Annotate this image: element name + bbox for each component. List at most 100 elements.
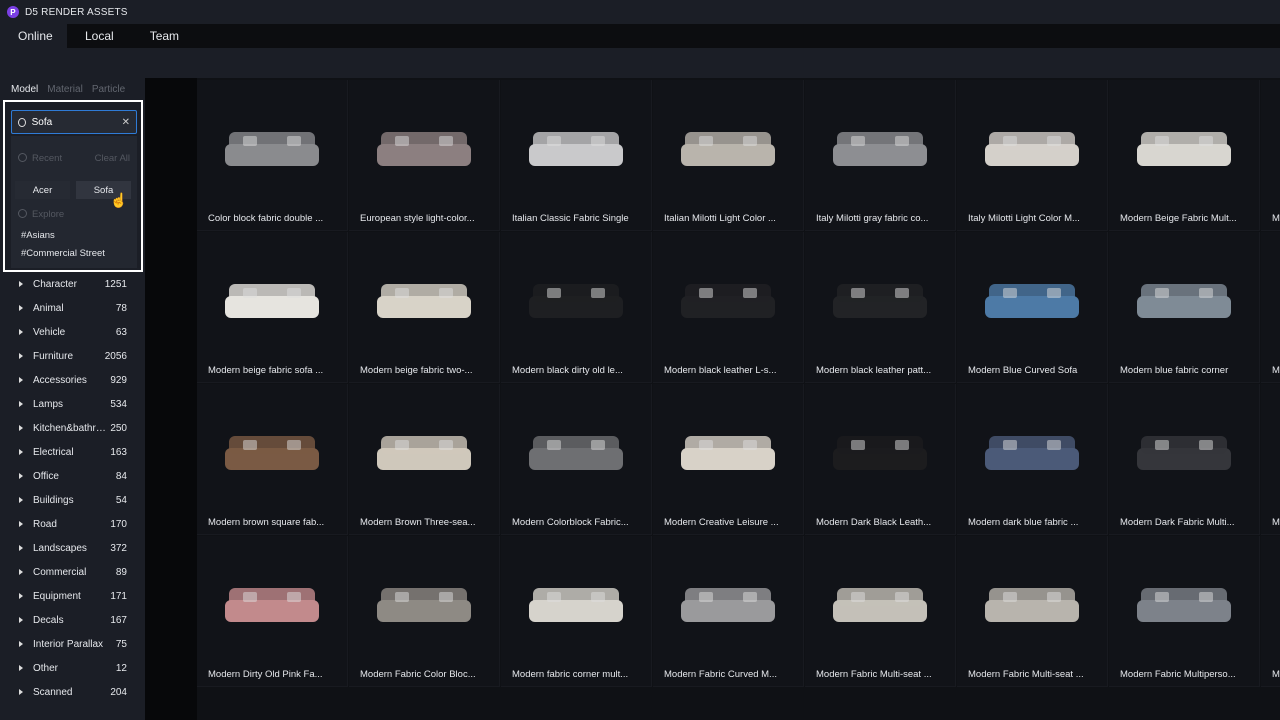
expand-arrow-icon[interactable] [19, 377, 23, 383]
category-item[interactable]: Furniture 2056 [0, 344, 145, 368]
asset-card[interactable]: Modern Beige Fabric Mult... [1109, 80, 1260, 231]
asset-card[interactable]: M [1261, 384, 1280, 535]
category-item[interactable]: Interior Parallax 75 [0, 632, 145, 656]
asset-card[interactable]: Modern fabric corner mult... [501, 536, 652, 687]
asset-card[interactable]: Italy Milotti Light Color M... [957, 80, 1108, 231]
expand-arrow-icon[interactable] [19, 593, 23, 599]
asset-card[interactable]: Italy Milotti gray fabric co... [805, 80, 956, 231]
category-item[interactable]: Vehicle 63 [0, 320, 145, 344]
category-item[interactable]: Decals 167 [0, 608, 145, 632]
expand-arrow-icon[interactable] [19, 449, 23, 455]
expand-arrow-icon[interactable] [19, 641, 23, 647]
recent-label: Recent [32, 153, 63, 164]
search-input[interactable] [31, 116, 122, 128]
explore-tag-commercial-street[interactable]: #Commercial Street [21, 248, 105, 259]
asset-thumbnail [985, 284, 1079, 318]
category-item[interactable]: Road 170 [0, 512, 145, 536]
asset-card[interactable]: Modern Fabric Color Bloc... [349, 536, 500, 687]
search-box[interactable]: ✕ [11, 110, 137, 134]
expand-arrow-icon[interactable] [19, 689, 23, 695]
clear-all-button[interactable]: Clear All [95, 153, 130, 164]
asset-card[interactable]: Modern beige fabric two-... [349, 232, 500, 383]
recent-chip-acer[interactable]: Acer [15, 181, 70, 199]
expand-arrow-icon[interactable] [19, 617, 23, 623]
asset-card[interactable]: Modern Dark Fabric Multi... [1109, 384, 1260, 535]
asset-card[interactable]: M [1261, 536, 1280, 687]
category-name: Commercial [33, 566, 87, 578]
history-icon [18, 153, 27, 162]
category-name: Landscapes [33, 542, 87, 554]
category-count: 171 [110, 590, 127, 602]
category-item[interactable]: Landscapes 372 [0, 536, 145, 560]
asset-thumbnail [225, 284, 319, 318]
category-item[interactable]: Character 1251 [0, 272, 145, 296]
expand-arrow-icon[interactable] [19, 329, 23, 335]
category-item[interactable]: Equipment 171 [0, 584, 145, 608]
tab-material[interactable]: Material [47, 84, 83, 95]
asset-card[interactable]: M [1261, 232, 1280, 383]
asset-card[interactable]: Modern blue fabric corner [1109, 232, 1260, 383]
asset-card[interactable]: Modern Dark Black Leath... [805, 384, 956, 535]
expand-arrow-icon[interactable] [19, 665, 23, 671]
asset-card[interactable]: Modern black dirty old le... [501, 232, 652, 383]
asset-card[interactable]: Modern black leather L-s... [653, 232, 804, 383]
asset-card[interactable]: Italian Classic Fabric Single [501, 80, 652, 231]
expand-arrow-icon[interactable] [19, 473, 23, 479]
asset-card[interactable]: Modern Creative Leisure ... [653, 384, 804, 535]
asset-card[interactable]: Modern Dirty Old Pink Fa... [197, 536, 348, 687]
category-name: Office [33, 470, 59, 482]
explore-label: Explore [32, 209, 65, 220]
clear-search-icon[interactable]: ✕ [122, 117, 130, 128]
asset-label: Modern Dirty Old Pink Fa... [208, 669, 323, 680]
category-name: Other [33, 662, 59, 674]
category-item[interactable]: Buildings 54 [0, 488, 145, 512]
asset-card[interactable]: Modern Fabric Multi-seat ... [805, 536, 956, 687]
asset-thumbnail [681, 436, 775, 470]
expand-arrow-icon[interactable] [19, 569, 23, 575]
expand-arrow-icon[interactable] [19, 353, 23, 359]
tab-particle[interactable]: Particle [92, 84, 125, 95]
asset-card[interactable]: Modern Colorblock Fabric... [501, 384, 652, 535]
asset-card[interactable]: Modern brown square fab... [197, 384, 348, 535]
asset-label: European style light-color... [360, 213, 475, 224]
category-item[interactable]: Other 12 [0, 656, 145, 680]
asset-card[interactable]: European style light-color... [349, 80, 500, 231]
asset-card[interactable]: Modern Fabric Multi-seat ... [957, 536, 1108, 687]
expand-arrow-icon[interactable] [19, 425, 23, 431]
expand-arrow-icon[interactable] [19, 305, 23, 311]
asset-card[interactable]: Italian Milotti Light Color ... [653, 80, 804, 231]
category-item[interactable]: Commercial 89 [0, 560, 145, 584]
asset-card[interactable]: Modern black leather patt... [805, 232, 956, 383]
recent-label-wrap: Recent [18, 153, 62, 164]
category-item[interactable]: Electrical 163 [0, 440, 145, 464]
category-item[interactable]: Office 84 [0, 464, 145, 488]
category-item[interactable]: Animal 78 [0, 296, 145, 320]
category-item[interactable]: Kitchen&bathroom250 [0, 416, 145, 440]
expand-arrow-icon[interactable] [19, 545, 23, 551]
asset-card[interactable]: Modern Fabric Multiperso... [1109, 536, 1260, 687]
asset-label: Modern Colorblock Fabric... [512, 517, 629, 528]
category-item[interactable]: Lamps 534 [0, 392, 145, 416]
asset-card[interactable]: Modern Brown Three-sea... [349, 384, 500, 535]
tab-model[interactable]: Model [11, 84, 38, 95]
tab-online[interactable]: Online [0, 24, 67, 48]
expand-arrow-icon[interactable] [19, 497, 23, 503]
source-tabs: Online Local Team [0, 24, 1280, 48]
tab-local[interactable]: Local [67, 24, 132, 48]
asset-card[interactable]: Modern dark blue fabric ... [957, 384, 1108, 535]
category-item[interactable]: Accessories 929 [0, 368, 145, 392]
asset-card[interactable]: Modern Blue Curved Sofa [957, 232, 1108, 383]
expand-arrow-icon[interactable] [19, 401, 23, 407]
asset-card[interactable]: M [1261, 80, 1280, 231]
asset-card[interactable]: Color block fabric double ... [197, 80, 348, 231]
expand-arrow-icon[interactable] [19, 281, 23, 287]
asset-label: Modern black dirty old le... [512, 365, 623, 376]
expand-arrow-icon[interactable] [19, 521, 23, 527]
category-name: Animal [33, 302, 64, 314]
explore-tag-asians[interactable]: #Asians [21, 230, 55, 241]
tab-team[interactable]: Team [132, 24, 197, 48]
category-item[interactable]: Scanned 204 [0, 680, 145, 704]
asset-card[interactable]: Modern Fabric Curved M... [653, 536, 804, 687]
asset-card[interactable]: Modern beige fabric sofa ... [197, 232, 348, 383]
app-title: D5 RENDER ASSETS [25, 6, 128, 18]
